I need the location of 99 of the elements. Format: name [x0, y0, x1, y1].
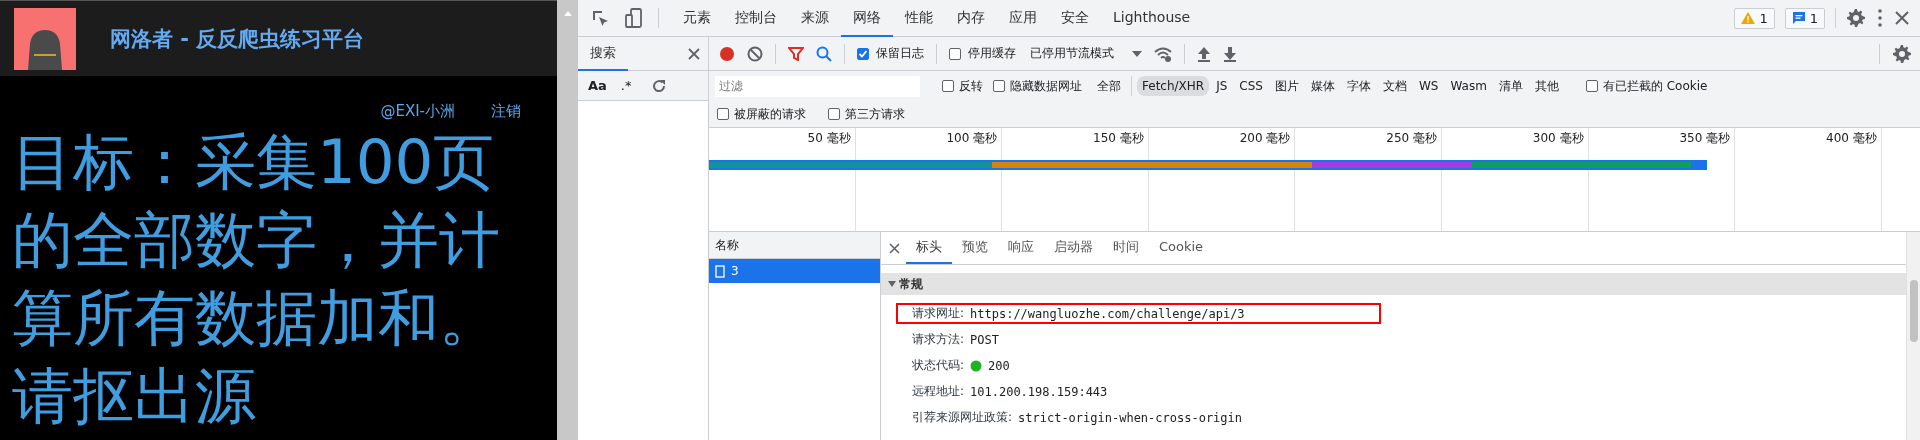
goal-text: 目标：采集100页的全部数字，并计算所有数据加和。请抠出源 — [11, 125, 501, 433]
field-value: 101.200.198.159:443 — [970, 384, 1108, 399]
type-filter[interactable]: 图片 — [1269, 74, 1304, 98]
type-filter[interactable]: 其他 — [1529, 74, 1564, 98]
panel-tab[interactable]: 应用 — [997, 0, 1049, 37]
message-icon — [1791, 11, 1806, 25]
checkbox-label: 保留日志 — [876, 45, 924, 62]
request-row[interactable]: 3 — [709, 259, 880, 283]
section-title: 常规 — [899, 275, 923, 293]
filter-icon[interactable] — [788, 46, 804, 61]
checkbox[interactable] — [1585, 80, 1598, 92]
panel-tab[interactable]: 性能 — [893, 0, 945, 37]
avatar-icon — [14, 7, 76, 70]
field-label: 引荐来源网址政策: — [912, 409, 1013, 426]
close-icon[interactable] — [1894, 10, 1910, 26]
field-value: strict-origin-when-cross-origin — [1018, 410, 1242, 425]
user-link[interactable]: @EXI-小洲 — [380, 102, 455, 121]
logout-link[interactable]: 注销 — [491, 102, 521, 121]
field-label: 请求方法: — [912, 331, 965, 348]
checkmark-icon — [858, 48, 868, 59]
type-filter[interactable]: 文档 — [1377, 74, 1412, 98]
warnings-badge[interactable]: 1 — [1734, 7, 1775, 29]
detail-tab[interactable]: 预览 — [952, 232, 998, 264]
dropdown-caret-icon[interactable] — [1132, 50, 1142, 57]
checkbox[interactable] — [828, 108, 840, 120]
time-tick-label: 200 毫秒 — [1239, 131, 1291, 145]
type-filter[interactable]: WS — [1413, 76, 1444, 96]
search-icon[interactable] — [816, 45, 832, 62]
message-count: 1 — [1809, 10, 1818, 26]
panel-tab[interactable]: 内存 — [945, 0, 997, 37]
type-filter[interactable]: 字体 — [1341, 74, 1376, 98]
match-case-toggle[interactable]: Aa — [588, 78, 607, 93]
type-filter[interactable]: 全部 — [1092, 74, 1126, 98]
checkbox[interactable] — [717, 108, 729, 120]
panel-tab[interactable]: 控制台 — [723, 0, 789, 37]
time-tick-label: 250 毫秒 — [1386, 131, 1437, 145]
time-tick-label: 300 毫秒 — [1532, 131, 1584, 145]
time-tick-label: 150 毫秒 — [1093, 131, 1144, 145]
filter-field[interactable]: 过滤 — [715, 75, 920, 97]
field-value: 200 — [988, 358, 1010, 373]
checkbox-label: 反转 — [959, 77, 983, 95]
checkbox-label: 停用缓存 — [968, 45, 1016, 62]
panel-tab[interactable]: Lighthouse — [1101, 0, 1203, 37]
checkbox-label: 第三方请求 — [845, 105, 905, 123]
detail-tab[interactable]: Cookie — [1149, 232, 1214, 264]
warning-icon — [1741, 12, 1756, 24]
site-title: 网洛者 - 反反爬虫练习平台 — [110, 25, 365, 53]
checkbox-label: 隐藏数据网址 — [1010, 77, 1082, 95]
type-filter[interactable]: Fetch/XHR — [1137, 76, 1210, 96]
more-icon[interactable] — [1876, 8, 1884, 28]
settings-icon[interactable] — [1846, 8, 1866, 28]
upload-icon[interactable] — [1197, 45, 1211, 62]
download-icon[interactable] — [1223, 45, 1237, 62]
type-filter[interactable]: JS — [1211, 76, 1233, 96]
time-tick-label: 400 毫秒 — [1826, 131, 1877, 145]
scrollbar-thumb[interactable] — [1909, 280, 1918, 342]
close-icon[interactable] — [688, 47, 700, 60]
type-filter[interactable]: Wasm — [1445, 76, 1492, 96]
time-tick-label: 100 毫秒 — [946, 131, 998, 145]
record-icon[interactable] — [719, 45, 735, 62]
inspect-icon[interactable] — [590, 8, 610, 28]
time-tick-label: 50 毫秒 — [807, 131, 851, 145]
triangle-icon — [887, 279, 897, 289]
field-label: 状态代码: — [912, 357, 965, 374]
panel-tab[interactable]: 安全 — [1049, 0, 1101, 37]
checkbox[interactable] — [949, 47, 961, 60]
field-label: 远程地址: — [912, 383, 965, 400]
messages-badge[interactable]: 1 — [1784, 7, 1825, 29]
detail-tab[interactable]: 标头 — [906, 232, 952, 264]
detail-tab[interactable]: 响应 — [998, 232, 1044, 264]
checkbox[interactable] — [942, 80, 954, 92]
type-filter[interactable]: 清单 — [1493, 74, 1528, 98]
device-icon[interactable] — [624, 7, 644, 29]
warning-count: 1 — [1759, 10, 1768, 26]
block-icon[interactable] — [747, 45, 763, 62]
panel-tab[interactable]: 来源 — [789, 0, 841, 37]
detail-tab[interactable]: 启动器 — [1044, 232, 1103, 264]
field-value: https://wangluozhe.com/challenge/api/3 — [970, 306, 1245, 321]
type-filter[interactable]: CSS — [1234, 76, 1268, 96]
network-conditions-icon[interactable] — [1154, 45, 1172, 62]
field-label: 请求网址: — [912, 305, 965, 322]
throttling-dropdown[interactable]: 已停用节流模式 — [1030, 45, 1114, 62]
refresh-icon[interactable] — [651, 77, 668, 94]
column-header: 名称 — [715, 236, 739, 254]
time-tick-label: 350 毫秒 — [1679, 131, 1731, 145]
field-value: POST — [970, 332, 999, 347]
checkbox-label: 有已拦截的 Cookie — [1602, 77, 1708, 95]
close-icon[interactable] — [889, 242, 900, 254]
detail-tab[interactable]: 时间 — [1103, 232, 1149, 264]
checkbox[interactable] — [857, 47, 869, 60]
checkbox-label: 被屏蔽的请求 — [734, 105, 806, 123]
section-header[interactable]: 常规 — [881, 273, 1906, 295]
checkbox[interactable] — [993, 80, 1005, 92]
panel-tab[interactable]: 元素 — [671, 0, 723, 37]
file-icon — [715, 264, 725, 278]
settings-icon[interactable] — [1892, 43, 1912, 64]
request-name: 3 — [731, 264, 739, 278]
regex-toggle[interactable]: .* — [620, 78, 632, 93]
type-filter[interactable]: 媒体 — [1305, 74, 1340, 98]
